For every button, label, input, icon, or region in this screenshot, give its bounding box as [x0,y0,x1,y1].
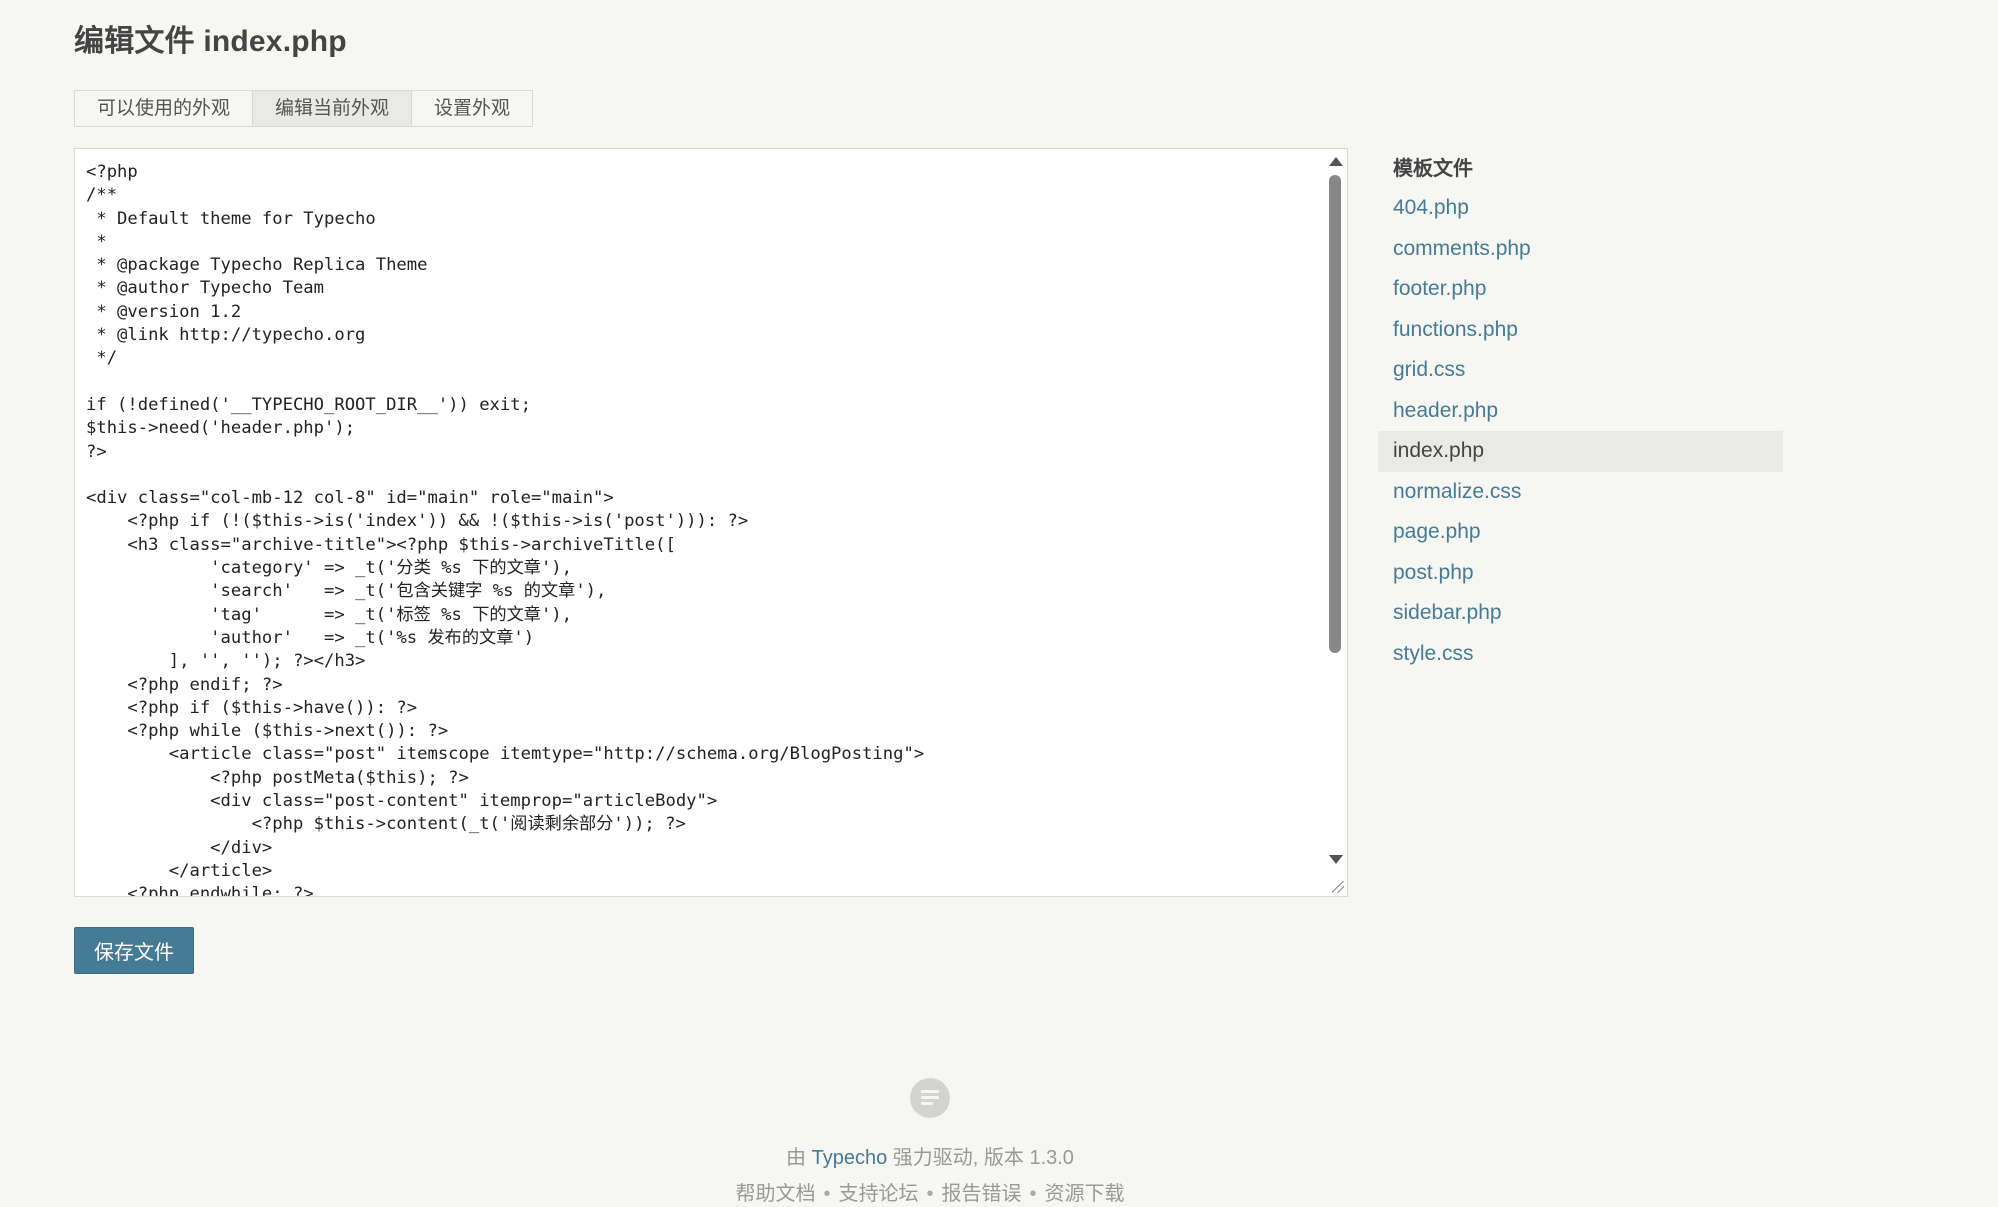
file-item-post-php[interactable]: post.php [1378,553,1783,594]
file-item-index-php[interactable]: index.php [1378,431,1783,472]
typecho-logo-icon[interactable] [910,1078,950,1118]
scroll-up-arrow-icon[interactable] [1329,157,1343,166]
template-file-list: 404.php comments.php footer.php function… [1378,188,1783,674]
help-docs-link[interactable]: 帮助文档 [735,1183,815,1205]
code-editor-textarea[interactable]: <?php /** * Default theme for Typecho * … [74,148,1348,897]
tab-available-themes[interactable]: 可以使用的外观 [75,91,253,126]
scrollbar-thumb[interactable] [1329,175,1341,653]
theme-editor-page: 编辑文件 index.php 可以使用的外观 编辑当前外观 设置外观 <?php… [0,0,1998,1207]
link-separator: • [926,1183,934,1205]
file-item-grid-css[interactable]: grid.css [1378,350,1783,391]
file-item-functions-php[interactable]: functions.php [1378,310,1783,351]
footer-credits: 由 Typecho 强力驱动, 版本 1.3.0 [0,1144,1860,1172]
file-item-header-php[interactable]: header.php [1378,391,1783,432]
save-file-button[interactable]: 保存文件 [74,927,194,974]
resource-download-link[interactable]: 资源下载 [1045,1183,1125,1205]
link-separator: • [1029,1183,1037,1205]
typecho-link[interactable]: Typecho [812,1147,888,1169]
file-item-sidebar-php[interactable]: sidebar.php [1378,593,1783,634]
sidebar-title: 模板文件 [1393,158,1473,180]
file-item-normalize-css[interactable]: normalize.css [1378,472,1783,513]
file-item-404-php[interactable]: 404.php [1378,188,1783,229]
credit-prefix: 由 [786,1147,807,1169]
support-forum-link[interactable]: 支持论坛 [838,1183,918,1205]
file-item-comments-php[interactable]: comments.php [1378,229,1783,270]
vertical-scrollbar[interactable] [1323,149,1347,896]
file-item-style-css[interactable]: style.css [1378,634,1783,675]
file-item-footer-php[interactable]: footer.php [1378,269,1783,310]
resize-grip-icon[interactable] [1332,881,1344,893]
credit-suffix: 强力驱动, 版本 1.3.0 [892,1147,1074,1169]
link-separator: • [823,1183,831,1205]
page-footer: 由 Typecho 强力驱动, 版本 1.3.0 帮助文档 • 支持论坛 • 报告错误 •… [0,1078,1860,1207]
tab-theme-settings[interactable]: 设置外观 [411,91,533,126]
template-file-sidebar: 模板文件 404.php comments.php footer.php fun… [1378,153,1783,674]
page-title: 编辑文件 index.php [74,25,347,58]
footer-links: 帮助文档 • 支持论坛 • 报告错误 • 资源下载 [0,1180,1860,1207]
theme-tabs: 可以使用的外观 编辑当前外观 设置外观 [74,90,534,127]
report-bug-link[interactable]: 报告错误 [942,1183,1022,1205]
file-item-page-php[interactable]: page.php [1378,512,1783,553]
code-content[interactable]: <?php /** * Default theme for Typecho * … [75,149,1316,896]
scroll-down-arrow-icon[interactable] [1329,855,1343,864]
tab-edit-current-theme[interactable]: 编辑当前外观 [252,91,412,126]
